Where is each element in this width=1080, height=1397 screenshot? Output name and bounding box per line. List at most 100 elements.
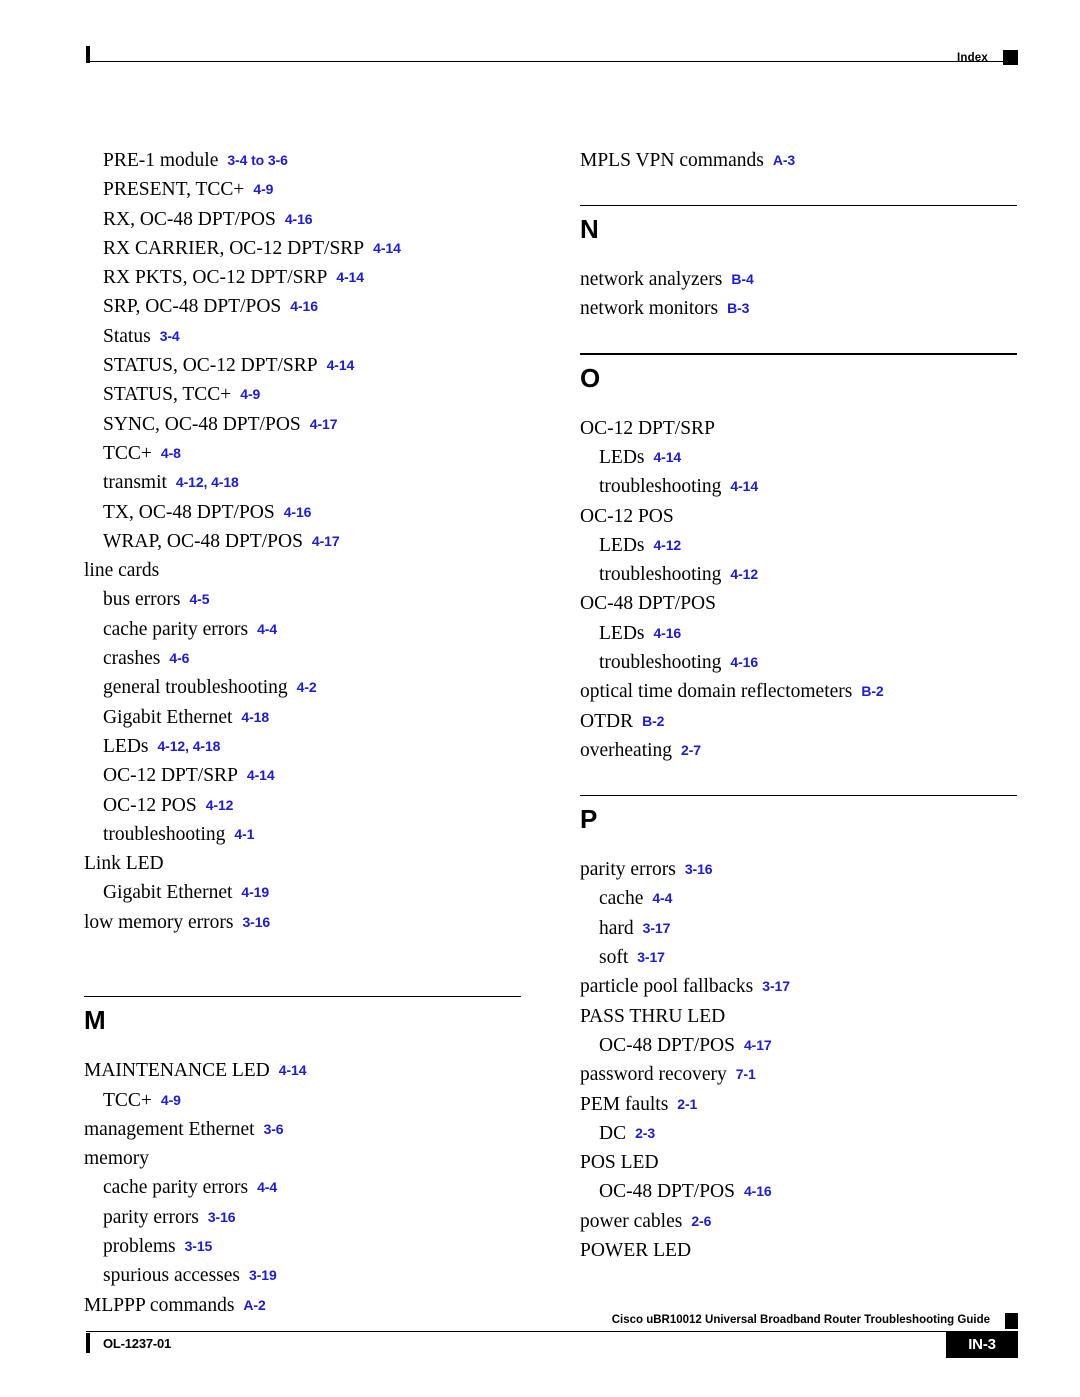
index-entry-locator[interactable]: 4-14 xyxy=(279,1062,307,1078)
index-entry: POWER LED xyxy=(580,1236,1017,1265)
index-entry: TCC+ 4-9 xyxy=(84,1086,521,1115)
index-entry-locator[interactable]: 4-4 xyxy=(257,1179,277,1195)
index-entry-locator[interactable]: 3-17 xyxy=(762,978,790,994)
index-entry-term: OC-48 DPT/POS xyxy=(599,1181,735,1203)
footer-page-number: IN-3 xyxy=(968,1336,996,1353)
index-entry: problems 3-15 xyxy=(84,1232,521,1261)
index-entry: PRE-1 module 3-4 to 3-6 xyxy=(84,146,521,175)
index-entry-locator[interactable]: 4-5 xyxy=(189,591,209,607)
index-entry-term: OC-48 DPT/POS xyxy=(599,1034,735,1056)
index-entry-locator[interactable]: 4-16 xyxy=(285,211,313,227)
index-entry-locator[interactable]: 3-6 xyxy=(264,1121,284,1137)
index-entry-term: LEDs xyxy=(599,534,645,556)
index-entry-locator[interactable]: 4-4 xyxy=(652,890,672,906)
index-entry-locator[interactable]: 4-9 xyxy=(161,1092,181,1108)
index-entry-locator[interactable]: 4-14 xyxy=(373,240,401,256)
index-entry-locator[interactable]: 4-9 xyxy=(240,386,260,402)
index-entry: password recovery 7-1 xyxy=(580,1060,1017,1089)
index-entry: cache parity errors 4-4 xyxy=(84,1173,521,1202)
index-entry-locator[interactable]: B-4 xyxy=(731,271,753,287)
index-entry-locator[interactable]: 4-14 xyxy=(336,269,364,285)
index-entry: LEDs 4-12 xyxy=(580,531,1017,560)
index-entry-term: DC xyxy=(599,1122,627,1144)
index-entry-locator[interactable]: 4-4 xyxy=(257,621,277,637)
index-entry-locator[interactable]: 4-16 xyxy=(730,654,758,670)
index-entry-locator[interactable]: 3-16 xyxy=(208,1209,236,1225)
index-entry-locator[interactable]: 2-6 xyxy=(691,1213,711,1229)
index-entry-locator[interactable]: 2-7 xyxy=(681,742,701,758)
index-entry-locator[interactable]: 3-4 to 3-6 xyxy=(227,152,288,168)
index-entry: troubleshooting 4-14 xyxy=(580,472,1017,501)
index-entry-locator[interactable]: 4-14 xyxy=(730,478,758,494)
index-entry-locator[interactable]: 4-16 xyxy=(284,504,312,520)
index-entry-locator[interactable]: 3-16 xyxy=(685,861,713,877)
index-entry-term: memory xyxy=(84,1148,149,1170)
index-entry-locator[interactable]: 3-19 xyxy=(249,1267,277,1283)
index-entry-locator[interactable]: 2-1 xyxy=(677,1096,697,1112)
page-header: Index xyxy=(86,42,1018,68)
index-entry-term: troubleshooting xyxy=(103,823,226,845)
index-entry-locator[interactable]: B-2 xyxy=(642,713,664,729)
index-entry-locator[interactable]: 3-17 xyxy=(643,920,671,936)
index-entry: Gigabit Ethernet 4-19 xyxy=(84,878,521,907)
index-entry-locator[interactable]: 3-4 xyxy=(160,328,180,344)
index-entry-locator[interactable]: 4-16 xyxy=(654,625,682,641)
index-entry-term: OC-12 POS xyxy=(580,505,674,527)
index-entry-locator[interactable]: A-3 xyxy=(773,152,795,168)
index-entry-locator[interactable]: 3-15 xyxy=(185,1238,213,1254)
index-entry: OC-12 POS 4-12 xyxy=(84,791,521,820)
index-entry-locator[interactable]: 4-1 xyxy=(234,826,254,842)
index-entry-locator[interactable]: 3-16 xyxy=(242,914,270,930)
index-entry: OC-12 POS xyxy=(580,502,1017,531)
index-entry-term: cache xyxy=(599,888,644,910)
alpha-section-spacer xyxy=(580,243,1017,265)
index-entry-locator[interactable]: 2-3 xyxy=(635,1125,655,1141)
index-entry-term: parity errors xyxy=(103,1206,199,1228)
index-entry-locator[interactable]: 4-14 xyxy=(247,767,275,783)
index-entry-locator[interactable]: 4-12 xyxy=(730,566,758,582)
index-entry-locator[interactable]: 4-17 xyxy=(312,533,340,549)
index-entry-term: troubleshooting xyxy=(599,476,722,498)
index-entry-locator[interactable]: 4-8 xyxy=(161,445,181,461)
index-entry: network monitors B-3 xyxy=(580,294,1017,323)
index-entry: PRESENT, TCC+ 4-9 xyxy=(84,175,521,204)
index-entry: memory xyxy=(84,1144,521,1173)
index-entry-locator[interactable]: 4-14 xyxy=(654,449,682,465)
alpha-section-rule xyxy=(580,353,1017,355)
index-entry-locator[interactable]: B-2 xyxy=(861,683,883,699)
index-entry-term: crashes xyxy=(103,648,161,670)
alpha-section-heading: M xyxy=(84,995,521,1057)
index-entry-term: OC-48 DPT/POS xyxy=(580,593,716,615)
index-entry-term: OC-12 DPT/SRP xyxy=(580,417,715,439)
index-entry-locator[interactable]: 4-9 xyxy=(253,181,273,197)
alpha-section-letter: P xyxy=(580,804,598,835)
index-entry-locator[interactable]: 4-16 xyxy=(744,1183,772,1199)
index-entry: OTDR B-2 xyxy=(580,707,1017,736)
index-entry-locator[interactable]: 4-12 xyxy=(206,797,234,813)
index-entry-locator[interactable]: 4-2 xyxy=(297,679,317,695)
index-entry-term: Gigabit Ethernet xyxy=(103,706,233,728)
index-entry-locator[interactable]: 4-12, 4-18 xyxy=(158,738,221,754)
index-entry-locator[interactable]: 4-6 xyxy=(169,650,189,666)
index-entry: OC-48 DPT/POS xyxy=(580,589,1017,618)
index-entry-locator[interactable]: 4-19 xyxy=(241,884,269,900)
index-entry-locator[interactable]: 4-14 xyxy=(327,357,355,373)
index-entry-locator[interactable]: 4-16 xyxy=(290,298,318,314)
index-entry-locator[interactable]: B-3 xyxy=(727,300,749,316)
alpha-section-spacer xyxy=(580,392,1017,414)
index-entry-locator[interactable]: 4-17 xyxy=(310,416,338,432)
alpha-section-heading: P xyxy=(580,794,1017,856)
index-entry: TCC+ 4-8 xyxy=(84,439,521,468)
index-entry-term: parity errors xyxy=(580,859,676,881)
index-entry-locator[interactable]: 4-18 xyxy=(241,709,269,725)
index-entry: RX, OC-48 DPT/POS 4-16 xyxy=(84,205,521,234)
index-entry-locator[interactable]: 4-17 xyxy=(744,1037,772,1053)
index-entry-term: Link LED xyxy=(84,853,164,875)
index-entry-locator[interactable]: 7-1 xyxy=(736,1066,756,1082)
index-entry-locator[interactable]: 4-12 xyxy=(654,537,682,553)
index-entry-locator[interactable]: 3-17 xyxy=(637,949,665,965)
index-entry-locator[interactable]: 4-12, 4-18 xyxy=(176,474,239,490)
index-entry: MPLS VPN commands A-3 xyxy=(580,146,1017,175)
index-entry: PEM faults 2-1 xyxy=(580,1090,1017,1119)
